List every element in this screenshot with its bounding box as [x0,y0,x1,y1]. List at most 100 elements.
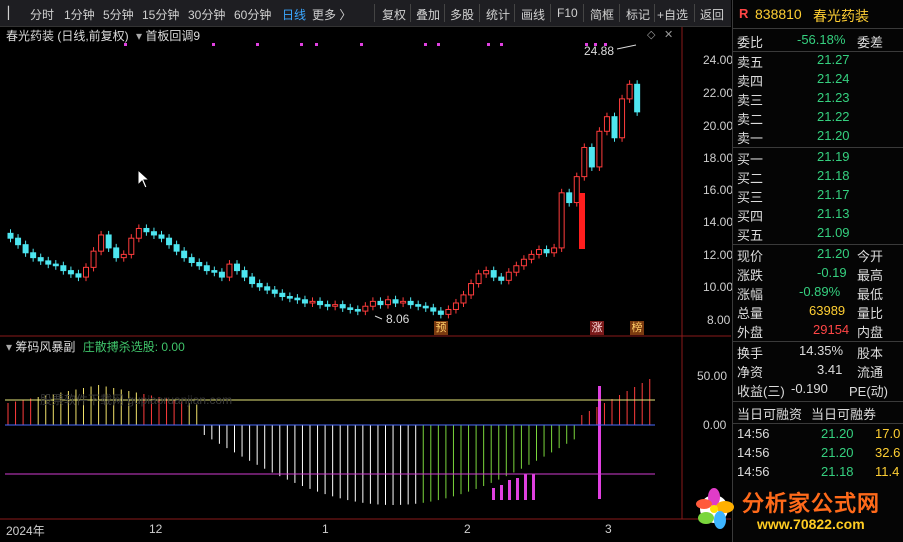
candle-body [445,308,452,315]
magenta-signal-bar [492,488,495,500]
candle-body [339,304,346,309]
stat-label2: 今开 [857,249,884,264]
weibi-label: 委比 [737,35,764,50]
tick-volume: 32.6 [875,445,901,460]
candle-body [218,271,225,278]
stat2-label2: 流通 [857,365,884,380]
candle-body [626,83,633,100]
weibi-value: -56.18% [797,32,846,47]
signal-dot [315,43,318,46]
candle-body [256,283,263,288]
trade-tick-row: 14:56 21.20 32.6 [737,445,902,464]
candle-body [347,307,354,310]
candle-body [369,300,376,307]
list-marker[interactable]: 榜 [630,321,644,335]
stat-label: 涨幅 [737,287,764,302]
tick-time: 14:56 [737,426,770,441]
stat-label2: 最高 [857,268,884,283]
sub-tick: 0.00 [703,418,727,432]
stat-label: 涨跌 [737,268,764,283]
price-tick: 12.00 [703,248,734,262]
magenta-signal-bar [532,474,535,500]
arrow-cursor-icon [137,169,151,189]
candle-body [362,305,369,312]
candle-body [505,271,512,281]
date-tick: 12 [149,522,163,536]
candle-body [468,283,475,296]
stock-code: 838810 [755,6,802,22]
candle-body [317,300,324,306]
candle-body [226,263,233,278]
watermark: 股票软件下载网 gupiaoruanjian.com [40,393,233,407]
securities-lending-label: 当日可融券 [811,407,877,422]
candle-body [483,270,490,275]
candle-body [332,304,339,307]
sell-level-label: 卖三 [737,93,764,108]
stat-value: 63989 [809,303,846,318]
forecast-marker[interactable]: 预 [434,321,448,335]
signal-dot [437,43,440,46]
buy-level-price: 21.18 [817,168,850,183]
high-price-label: 24.88 [584,44,615,58]
candle-body [203,265,210,272]
signal-dot [360,43,363,46]
stock-name: 春光药装 [813,8,869,24]
candle-body [377,300,384,306]
stat-label2: 最低 [857,287,884,302]
signal-dot [212,43,215,46]
candle-body [611,116,618,139]
sell-level-price: 21.20 [817,128,850,143]
candle-body [415,304,422,307]
magenta-signal-bar [508,480,511,500]
stat-value: 21.20 [817,246,850,261]
candle-body [249,276,256,285]
tick-time: 14:56 [737,464,770,479]
candle-body [422,305,429,309]
magenta-signal-bar [500,485,503,500]
quote-stat-row: 现价 21.20 今开 [737,246,902,265]
candle-body [309,300,316,304]
candle-body [143,227,150,233]
sell-level-price: 21.23 [817,90,850,105]
sub-chevron-icon[interactable]: ▾ [6,340,12,354]
sell-level-row: 卖四 21.24 [737,71,902,90]
candle-body [45,260,52,265]
candle-body [286,296,293,299]
candle-body [324,304,331,307]
limit-up-marker[interactable]: 涨 [590,321,604,335]
candle-body [634,83,641,113]
buy-level-label: 买五 [737,228,764,243]
sub-indicator-param: 庄散搏杀选股: 0.00 [82,340,185,354]
candle-body [475,273,482,285]
price-tick: 24.00 [703,53,734,67]
price-tick: 18.00 [703,151,734,165]
trade-tick-row: 14:56 21.18 11.4 [737,464,902,483]
stat-label: 现价 [737,249,764,264]
sell-level-label: 卖一 [737,131,764,146]
sell-level-row: 卖一 21.20 [737,128,902,147]
buy-level-row: 买四 21.13 [737,206,902,225]
stat-value: -0.89% [799,284,841,299]
magenta-signal-bar [516,478,519,500]
candle-body [354,308,361,312]
quote-stat2-row: 换手 14.35% 股本 [737,343,902,362]
candle-body [596,130,603,168]
stat-value: 29154 [813,322,850,337]
signal-dot [124,43,127,46]
quote-stat-row: 涨幅 -0.89% 最低 [737,284,902,303]
candle-body [566,192,573,204]
candlesticks [7,80,641,319]
quote-stat2-row: 净资 3.41 流通 [737,362,902,381]
candle-body [400,300,407,304]
signal-dot [424,43,427,46]
magenta-signal-bar [524,474,527,500]
r-badge-icon: R [739,6,749,21]
buy-level-price: 21.17 [817,187,850,202]
tick-time: 14:56 [737,445,770,460]
quote-stat-row: 涨跌 -0.19 最高 [737,265,902,284]
buy-level-label: 买二 [737,171,764,186]
candle-body [113,247,120,259]
price-tick: 8.00 [707,313,731,327]
signal-dot [500,43,503,46]
candle-body [173,244,180,252]
